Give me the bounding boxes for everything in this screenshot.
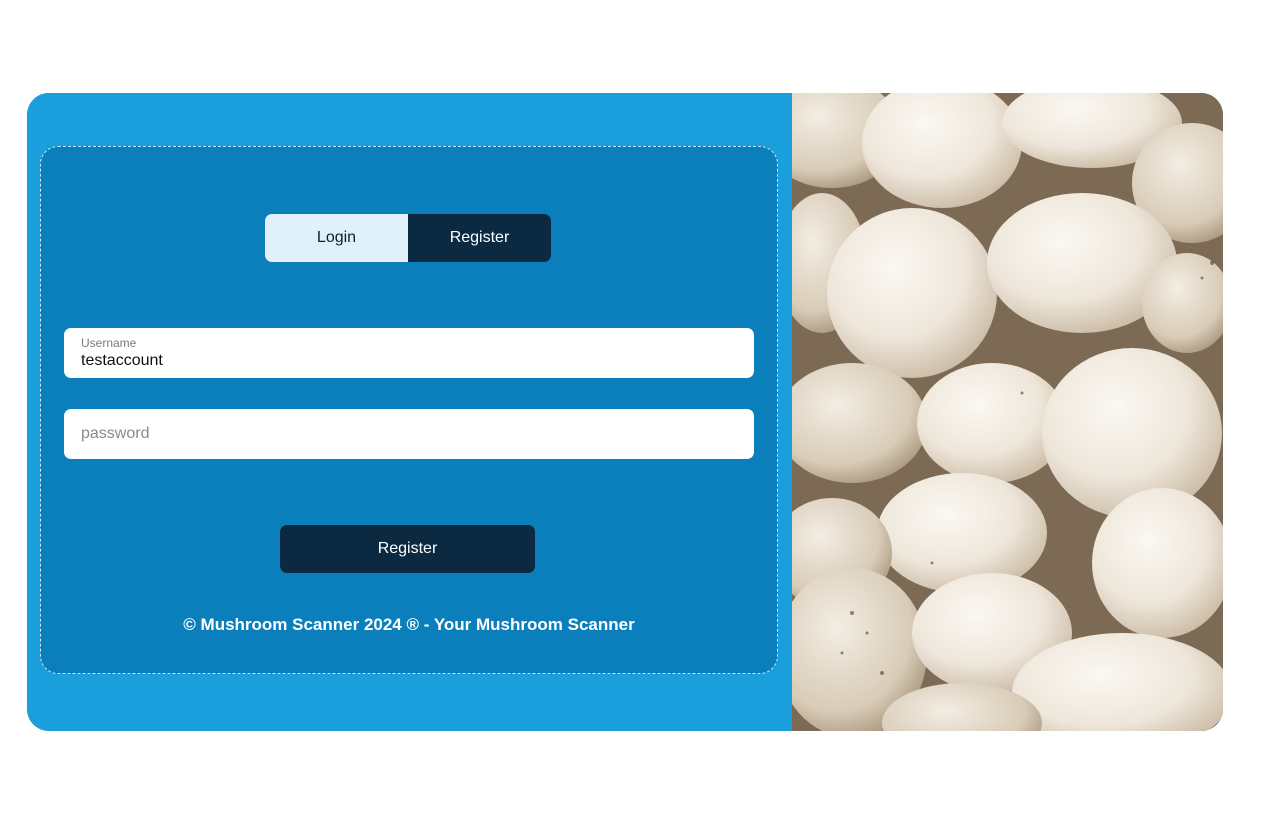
username-value[interactable]: testaccount — [81, 352, 163, 370]
mushroom-illustration — [792, 93, 1223, 731]
password-placeholder[interactable]: password — [81, 425, 149, 443]
form-panel: Login Register Username testaccount pass… — [27, 93, 792, 731]
form-container: Login Register Username testaccount pass… — [40, 146, 778, 674]
auth-mode-toggle: Login Register — [265, 214, 551, 262]
register-tab[interactable]: Register — [408, 214, 551, 262]
footer-copyright: © Mushroom Scanner 2024 ® - Your Mushroo… — [183, 615, 635, 634]
password-field[interactable]: password — [64, 409, 754, 459]
username-field[interactable]: Username testaccount — [64, 328, 754, 378]
auth-card: Login Register Username testaccount pass… — [27, 93, 1223, 731]
username-label: Username — [81, 336, 137, 350]
mushroom-image — [792, 93, 1223, 731]
login-tab[interactable]: Login — [265, 214, 408, 262]
register-button[interactable]: Register — [280, 525, 535, 573]
